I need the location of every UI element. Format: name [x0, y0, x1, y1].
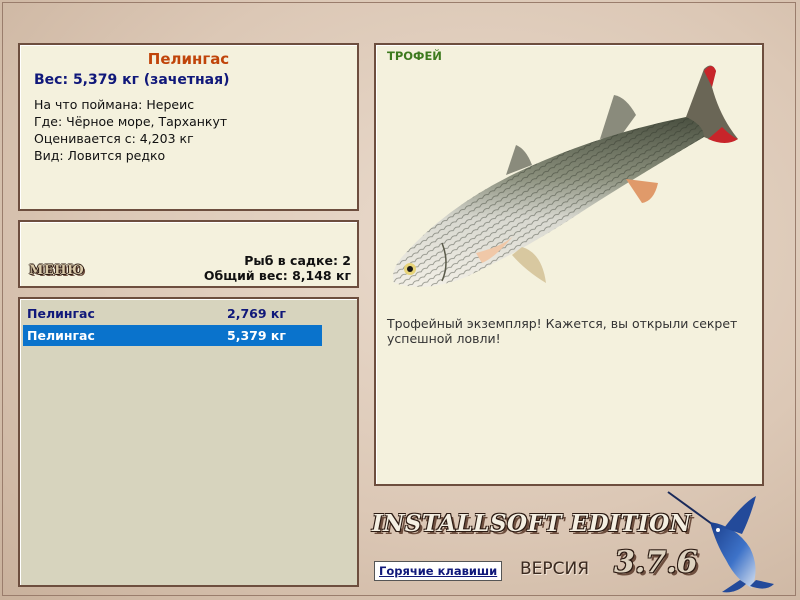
fish-count: Рыб в садке: 2	[244, 253, 351, 268]
location-info: Где: Чёрное море, Тарханкут	[34, 114, 228, 129]
menu-button[interactable]: МЕНЮ	[29, 263, 84, 278]
catch-fish-weight: 5,379 кг	[227, 328, 286, 343]
catch-fish-name: Пелингас	[27, 306, 95, 321]
catch-list-item-selected[interactable]: Пелингас 5,379 кг	[23, 325, 322, 346]
fish-name-title: Пелингас	[147, 50, 230, 68]
edition-logo-text: INSTALLSOFT EDITION	[372, 510, 692, 537]
rarity-info: Вид: Ловится редко	[34, 148, 166, 163]
cage-summary-panel: МЕНЮ Рыб в садке: 2 Общий вес: 8,148 кг	[18, 220, 359, 288]
marlin-logo-icon	[667, 491, 774, 593]
catch-fish-weight: 2,769 кг	[227, 306, 286, 321]
version-label: ВЕРСИЯ	[520, 559, 590, 579]
rated-from-info: Оценивается с: 4,203 кг	[34, 131, 194, 146]
catch-fish-name: Пелингас	[27, 328, 95, 343]
fish-weight: Вес: 5,379 кг (зачетная)	[34, 72, 230, 88]
catch-list: Пелингас 2,769 кг Пелингас 5,379 кг	[18, 297, 359, 587]
hotkeys-link[interactable]: Горячие клавиши	[374, 561, 503, 581]
catch-list-item[interactable]: Пелингас 2,769 кг	[23, 303, 322, 324]
trophy-panel: ТРОФЕЙ Трофейный экземпляр! Кажется, вы …	[374, 43, 764, 486]
total-weight: Общий вес: 8,148 кг	[203, 268, 351, 283]
mullet-fish-icon	[393, 65, 738, 287]
bait-info: На что поймана: Нереис	[34, 97, 195, 112]
fish-info-panel: Пелингас Вес: 5,379 кг (зачетная) На что…	[18, 43, 359, 211]
trophy-message: Трофейный экземпляр! Кажется, вы открыли…	[387, 316, 738, 346]
